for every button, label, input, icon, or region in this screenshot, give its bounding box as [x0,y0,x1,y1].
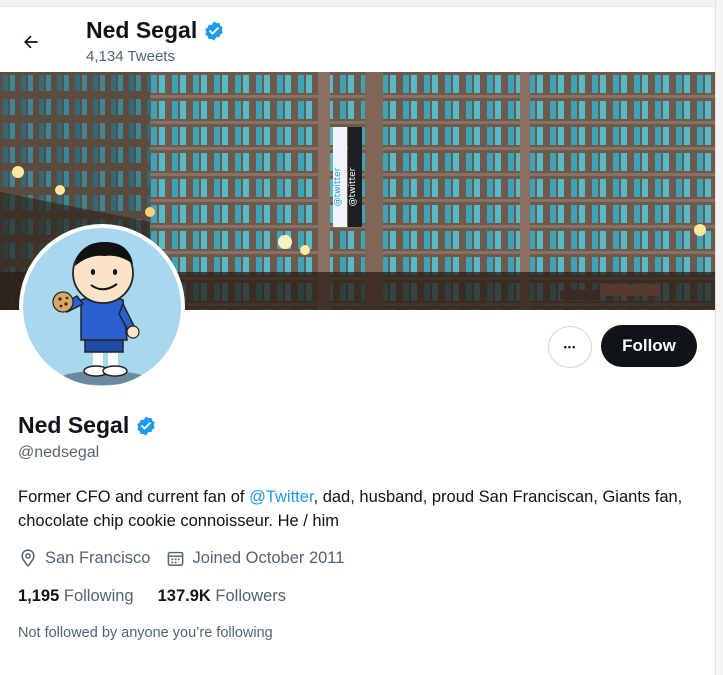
follow-button[interactable]: Follow [601,325,697,367]
profile-header: Ned Segal 4,134 Tweets [0,7,715,71]
followers-count: 137.9K [157,587,211,605]
arrow-left-icon [24,35,38,49]
header-title: Ned Segal [86,17,225,44]
bio-text-1: Former CFO and current fan of [18,488,250,506]
browser-top-border [0,0,723,7]
tweet-count: 4,134 Tweets [86,48,175,65]
more-options-icon: ••• [563,342,577,352]
following-label: Following [63,587,134,605]
calendar-icon [168,551,184,566]
profile-bio: Former CFO and current fan of @Twitter, … [18,485,698,533]
joined-item: Joined October 2011 [166,549,344,568]
banner-sign-text-2: @twitter [348,167,358,206]
location-item: San Francisco [18,548,150,568]
avatar[interactable] [19,224,185,390]
followers-link[interactable]: 137.9K Followers [158,587,286,606]
header-name: Ned Segal [86,17,198,43]
not-followed-notice: Not followed by anyone you’re following [18,625,273,641]
banner-sign-text-1: @twitter [333,167,343,206]
profile-handle: @nedsegal [18,444,100,461]
location-text: San Francisco [45,548,151,567]
bio-mention-link[interactable]: @Twitter [249,488,313,506]
following-count: 1,195 [18,587,60,605]
more-options-button[interactable]: ••• [548,326,592,368]
profile-name-row: Ned Segal [18,412,157,439]
following-link[interactable]: 1,195 Following [18,587,134,606]
scrollbar[interactable] [715,0,723,675]
verified-badge-icon [137,415,155,436]
verified-badge-icon [205,20,223,41]
profile-meta: San Francisco Joined October 2011 [18,548,360,568]
avatar-image [23,228,181,386]
location-pin-icon [21,549,35,567]
follow-stats: 1,195 Following 137.9K Followers [18,587,286,606]
joined-text: Joined October 2011 [192,548,345,567]
profile-name: Ned Segal [18,412,130,438]
back-button[interactable] [14,25,48,59]
followers-label: Followers [215,587,287,605]
